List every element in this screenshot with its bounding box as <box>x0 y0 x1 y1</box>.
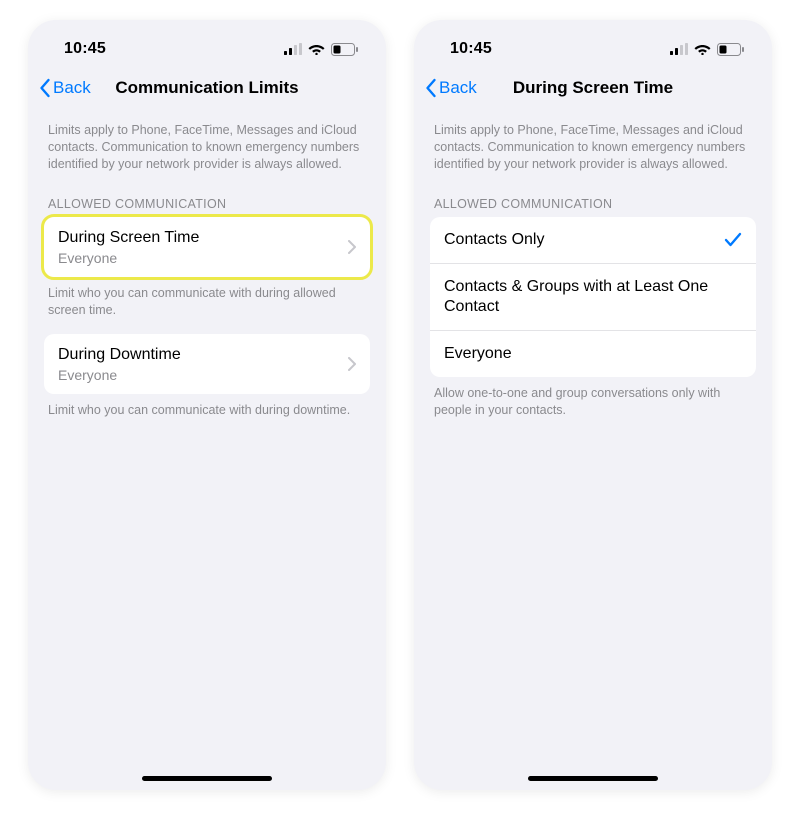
option-label: Contacts Only <box>444 230 724 250</box>
footer-text: Allow one-to-one and group conversations… <box>430 377 756 419</box>
option-contacts-groups[interactable]: Contacts & Groups with at Least One Cont… <box>430 263 756 330</box>
checkmark-icon <box>724 232 742 248</box>
status-icons <box>284 43 358 56</box>
footer-text: Limit who you can communicate with durin… <box>44 277 370 319</box>
footer-text: Limit who you can communicate with durin… <box>44 394 370 419</box>
status-bar: 10:45 <box>28 20 386 68</box>
intro-text: Limits apply to Phone, FaceTime, Message… <box>44 112 370 173</box>
battery-icon <box>717 43 744 56</box>
nav-bar: Back Communication Limits <box>28 68 386 112</box>
back-button[interactable]: Back <box>38 78 91 98</box>
status-time: 10:45 <box>450 40 492 58</box>
wifi-icon <box>308 43 325 55</box>
row-during-screen-time[interactable]: During Screen Time Everyone <box>44 217 370 277</box>
cellular-icon <box>670 43 688 55</box>
option-contacts-only[interactable]: Contacts Only <box>430 217 756 263</box>
content: Limits apply to Phone, FaceTime, Message… <box>414 112 772 790</box>
phone-right: 10:45 Back During Screen Time Limits app… <box>414 20 772 790</box>
phone-left: 10:45 Back Communication Limits Limits a… <box>28 20 386 790</box>
row-subtitle: Everyone <box>58 250 348 266</box>
option-label: Contacts & Groups with at Least One Cont… <box>444 277 742 317</box>
row-title: During Screen Time <box>58 228 348 248</box>
content: Limits apply to Phone, FaceTime, Message… <box>28 112 386 790</box>
row-during-downtime-group: During Downtime Everyone <box>44 334 370 394</box>
back-label: Back <box>439 78 477 98</box>
row-during-downtime[interactable]: During Downtime Everyone <box>44 334 370 394</box>
status-bar: 10:45 <box>414 20 772 68</box>
nav-bar: Back During Screen Time <box>414 68 772 112</box>
home-indicator[interactable] <box>142 776 272 781</box>
status-time: 10:45 <box>64 40 106 58</box>
wifi-icon <box>694 43 711 55</box>
section-header: ALLOWED COMMUNICATION <box>430 173 756 217</box>
row-during-screen-time-group: During Screen Time Everyone <box>44 217 370 277</box>
row-text: During Downtime Everyone <box>58 345 348 383</box>
row-title: During Downtime <box>58 345 348 365</box>
chevron-right-icon <box>348 357 356 371</box>
status-icons <box>670 43 744 56</box>
section-header: ALLOWED COMMUNICATION <box>44 173 370 217</box>
row-subtitle: Everyone <box>58 367 348 383</box>
options-group: Contacts Only Contacts & Groups with at … <box>430 217 756 377</box>
chevron-left-icon <box>38 78 51 98</box>
battery-icon <box>331 43 358 56</box>
cellular-icon <box>284 43 302 55</box>
option-label: Everyone <box>444 344 742 364</box>
row-text: During Screen Time Everyone <box>58 228 348 266</box>
back-label: Back <box>53 78 91 98</box>
home-indicator[interactable] <box>528 776 658 781</box>
chevron-right-icon <box>348 240 356 254</box>
option-everyone[interactable]: Everyone <box>430 330 756 377</box>
chevron-left-icon <box>424 78 437 98</box>
back-button[interactable]: Back <box>424 78 477 98</box>
intro-text: Limits apply to Phone, FaceTime, Message… <box>430 112 756 173</box>
